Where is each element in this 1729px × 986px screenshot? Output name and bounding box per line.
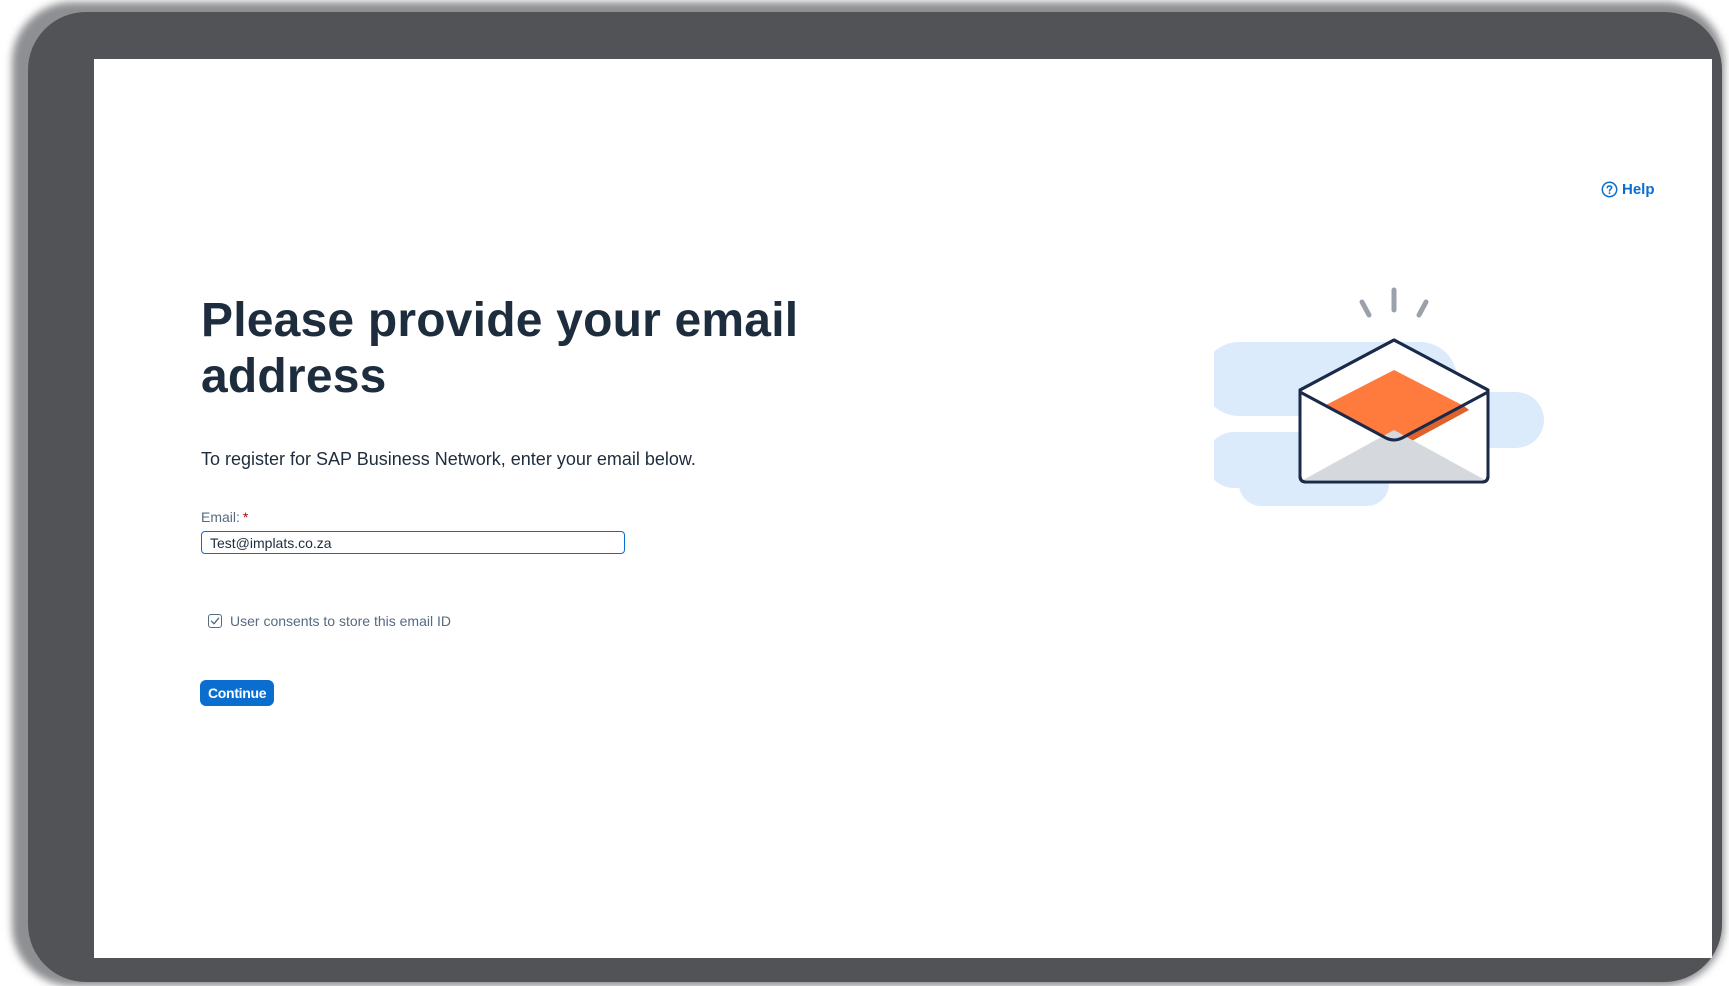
app-window: Help Please provide your email address T… — [0, 0, 1729, 986]
email-input[interactable] — [201, 531, 625, 554]
page-subtitle: To register for SAP Business Network, en… — [201, 449, 696, 469]
device-bezel: Help Please provide your email address T… — [28, 12, 1722, 982]
email-label-row: Email: * — [201, 509, 248, 525]
help-link[interactable]: Help — [1601, 181, 1655, 198]
required-marker: * — [242, 509, 249, 525]
page-title: Please provide your email address — [201, 294, 799, 403]
consent-label: User consents to store this email ID — [230, 613, 451, 629]
sparkle-lines — [1359, 287, 1429, 318]
consent-checkbox-row[interactable]: User consents to store this email ID — [208, 613, 451, 629]
checkmark-icon — [210, 617, 220, 625]
open-envelope-illustration — [1214, 287, 1544, 506]
email-label: Email: — [201, 509, 240, 525]
continue-button[interactable]: Continue — [200, 680, 275, 706]
consent-checkbox[interactable] — [208, 614, 222, 628]
help-label: Help — [1622, 181, 1655, 198]
question-circle-icon — [1601, 181, 1618, 198]
screen: Help Please provide your email address T… — [94, 59, 1712, 958]
